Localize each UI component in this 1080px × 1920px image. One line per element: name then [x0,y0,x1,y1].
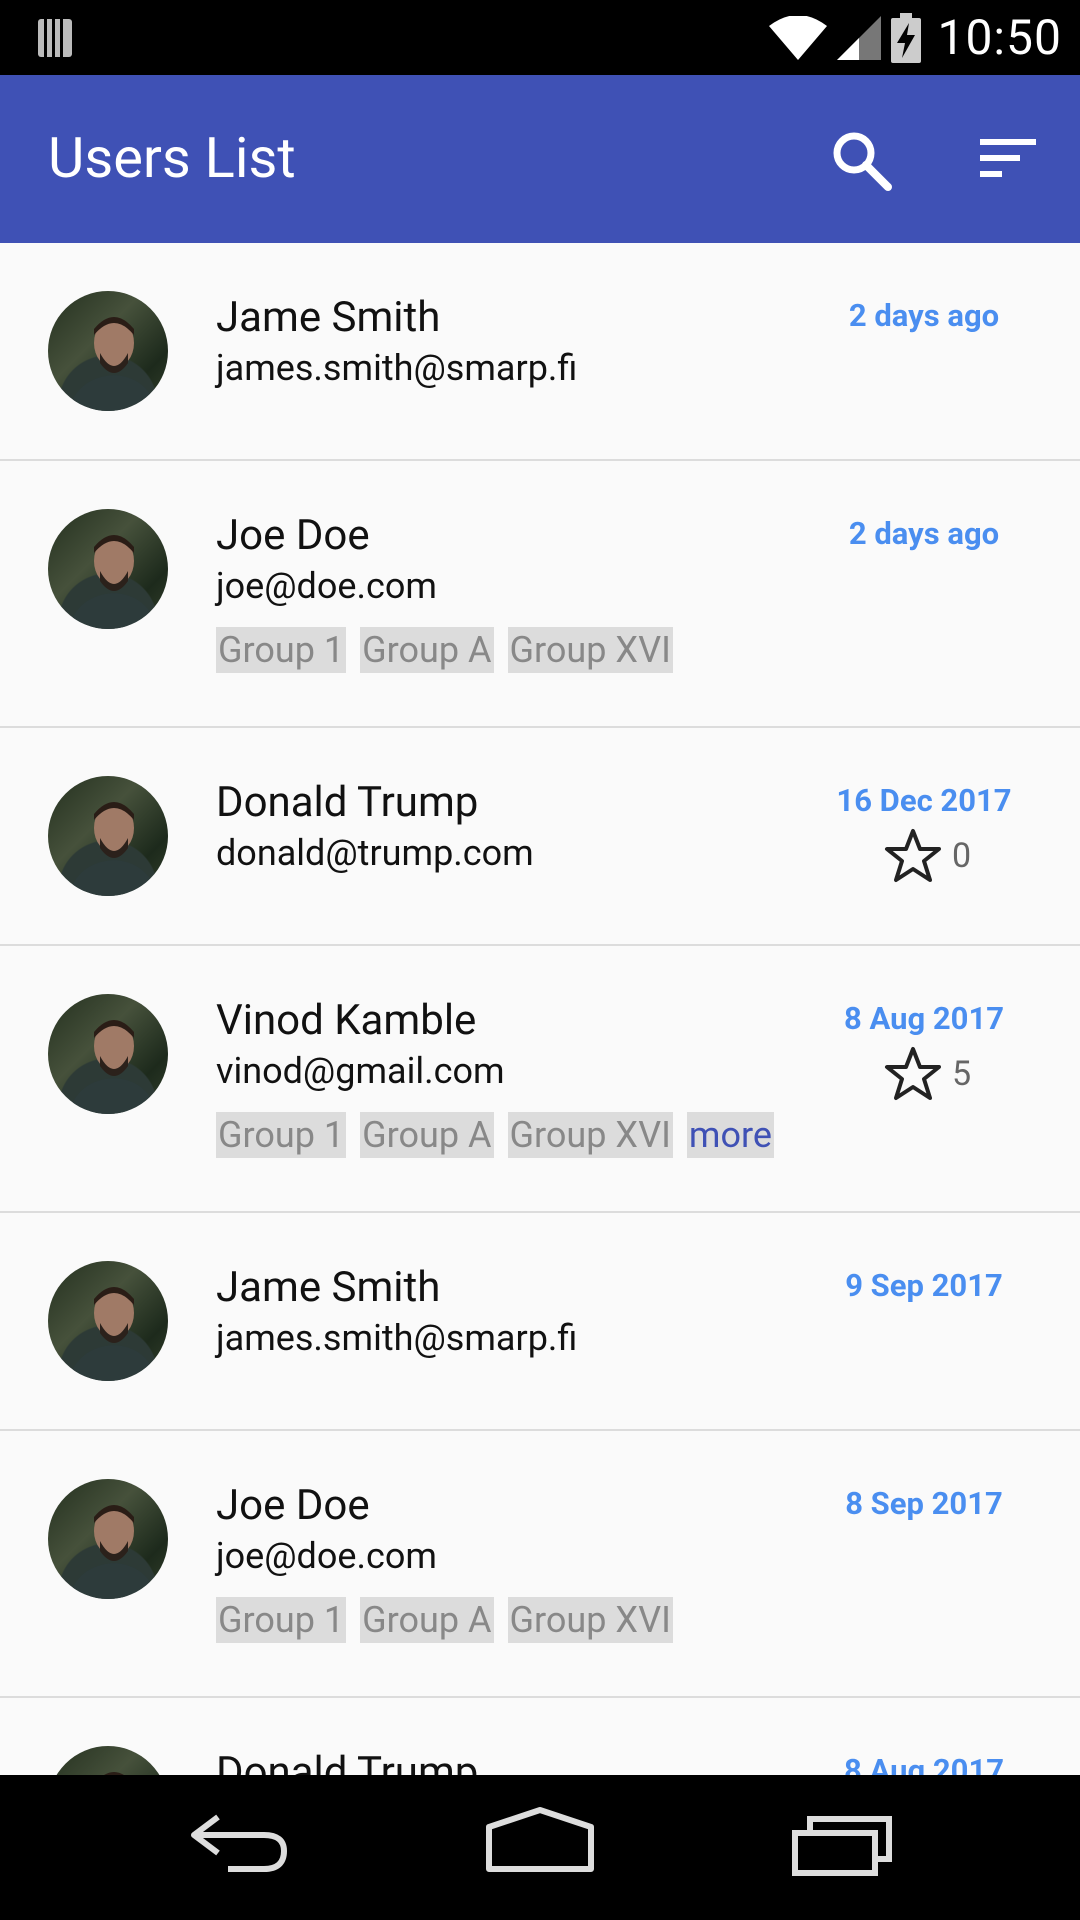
list-item[interactable]: Joe Doe joe@doe.com 2 days ago Group 1 G… [0,461,1080,728]
user-email: james.smith@smarp.fi [216,347,578,389]
search-button[interactable] [828,127,894,193]
group-tag[interactable]: Group XVI [507,1597,673,1643]
last-active-date: 2 days ago [848,515,1000,552]
signal-icon [837,15,882,60]
list-item[interactable]: Jame Smith james.smith@smarp.fi 9 Sep 20… [0,1213,1080,1431]
last-active-date: 8 Sep 2017 [845,1485,1003,1522]
status-time: 10:50 [937,9,1062,66]
app-bar: Users List [0,75,1080,243]
app-title: Users List [48,125,296,191]
user-name: Jame Smith [216,293,441,342]
avatar [48,776,168,896]
recent-apps-button[interactable] [790,1805,894,1881]
list-item[interactable]: Donald Trump donald@trump.com 16 Dec 201… [0,728,1080,946]
group-tag[interactable]: Group XVI [507,1112,673,1158]
last-active-date: 2 days ago [848,297,1000,334]
sort-button[interactable] [974,127,1040,193]
group-tag[interactable]: Group 1 [216,627,347,673]
group-tag[interactable]: Group 1 [216,1597,347,1643]
list-item[interactable]: Joe Doe joe@doe.com 8 Sep 2017 Group 1 G… [0,1431,1080,1698]
screen: 10:50 Users List Jame Smith james.smith@… [0,0,1080,1920]
group-tags: Group 1 Group A Group XVI [216,1597,673,1643]
notification-icon [38,19,72,57]
group-tag[interactable]: Group A [360,1597,494,1643]
search-icon [833,132,892,191]
star-count: 5 [952,1054,972,1094]
battery-charging-icon [891,12,922,63]
sort-icon [980,139,1036,177]
avatar [48,994,168,1114]
user-email: donald@trump.com [216,832,534,874]
avatar [48,1479,168,1599]
last-active-date: 8 Aug 2017 [843,1000,1005,1037]
last-active-date: 16 Dec 2017 [836,782,1012,819]
last-active-date: 8 Aug 2017 [843,1752,1005,1775]
user-name: Donald Trump [216,778,479,827]
user-name: Vinod Kamble [216,996,477,1045]
user-email: vinod@gmail.com [216,1050,505,1092]
home-icon [486,1807,594,1872]
star-rating[interactable]: 5 [884,1046,971,1102]
group-tags: Group 1 Group A Group XVI [216,627,673,673]
status-bar: 10:50 [0,0,1080,75]
user-name: Joe Doe [216,511,370,560]
wifi-icon [769,15,828,60]
recent-apps-icon [792,1816,892,1876]
user-email: james.smith@smarp.fi [216,1317,578,1359]
status-icons: 10:50 [769,0,1062,75]
star-count: 0 [952,836,972,876]
users-list: Jame Smith james.smith@smarp.fi 2 days a… [0,243,1080,1775]
group-tag[interactable]: Group A [360,627,494,673]
group-tags: Group 1 Group A Group XVI more [216,1112,774,1158]
user-name: Joe Doe [216,1481,370,1530]
home-button[interactable] [484,1805,596,1881]
list-item[interactable]: Vinod Kamble vinod@gmail.com 8 Aug 2017 … [0,946,1080,1213]
back-icon [191,1814,288,1872]
star-outline-icon [885,829,941,882]
back-button[interactable] [188,1805,292,1881]
star-outline-icon [885,1047,941,1100]
group-tag[interactable]: Group XVI [507,627,673,673]
group-tag[interactable]: Group A [360,1112,494,1158]
user-email: joe@doe.com [216,565,437,607]
user-email: joe@doe.com [216,1535,437,1577]
avatar [48,1746,168,1775]
user-name: Jame Smith [216,1263,441,1312]
avatar [48,1261,168,1381]
more-groups-link[interactable]: more [686,1112,774,1158]
list-item[interactable]: Jame Smith james.smith@smarp.fi 2 days a… [0,243,1080,461]
avatar [48,291,168,411]
system-nav-bar [0,1775,1080,1920]
star-rating[interactable]: 0 [884,828,971,884]
user-name: Donald Trump [216,1748,479,1775]
list-item[interactable]: Donald Trump 8 Aug 2017 [0,1698,1080,1775]
last-active-date: 9 Sep 2017 [845,1267,1003,1304]
group-tag[interactable]: Group 1 [216,1112,347,1158]
avatar [48,509,168,629]
